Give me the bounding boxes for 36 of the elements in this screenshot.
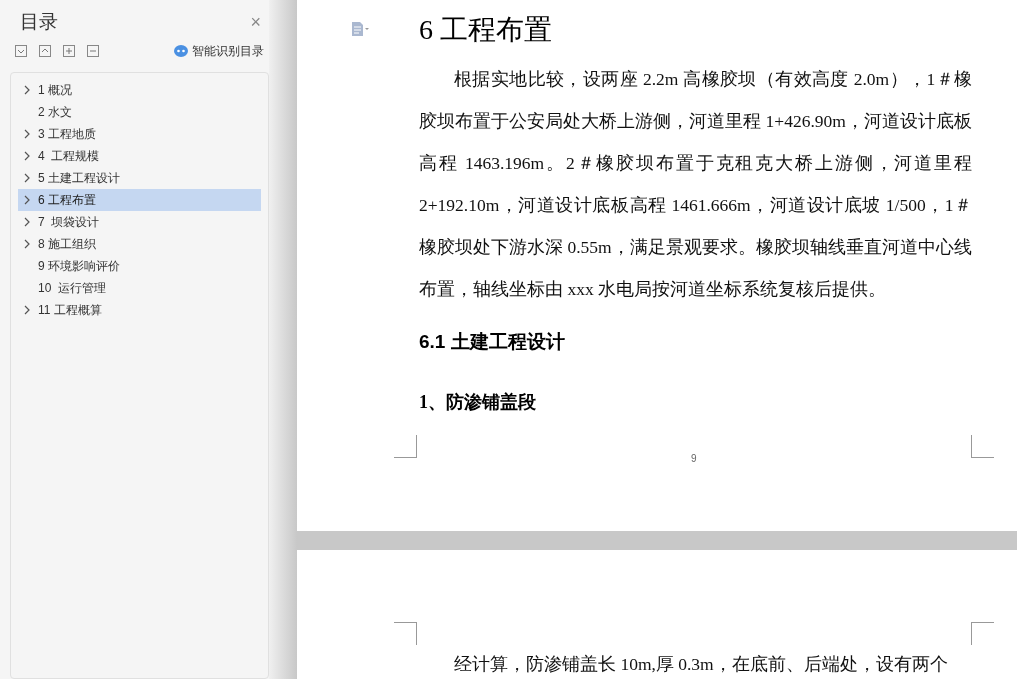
toc-item[interactable]: 11 工程概算 [18, 298, 261, 321]
smart-toc-button[interactable]: 智能识别目录 [192, 41, 264, 60]
chevron-icon[interactable] [23, 304, 31, 315]
margin-corner-mark [394, 435, 417, 458]
chevron-icon[interactable] [23, 150, 31, 161]
expand-all-icon[interactable] [15, 44, 27, 57]
margin-corner-mark [394, 622, 417, 645]
sidebar-title: 目录 [20, 10, 58, 34]
section-heading: 6.1 土建工程设计 [419, 330, 566, 354]
subsection-heading: 1、防渗铺盖段 [419, 390, 537, 414]
toc-item[interactable]: 7 坝袋设计 [18, 210, 261, 233]
page-number: 9 [691, 452, 697, 466]
toc-item[interactable]: 5 土建工程设计 [18, 166, 261, 189]
margin-corner-mark [971, 435, 994, 458]
chevron-icon[interactable] [23, 238, 31, 249]
page-heading: 6 工程布置 [419, 13, 553, 47]
minus-icon[interactable] [87, 44, 99, 57]
chevron-icon[interactable] [23, 172, 31, 183]
smart-icon [174, 44, 188, 57]
toc-item[interactable]: 6 工程布置 [18, 188, 261, 211]
chevron-icon[interactable] [23, 128, 31, 139]
body-paragraph: 根据实地比较，设两座 2.2m 高橡胶坝（有效高度 2.0m），1＃橡胶坝布置于公安局处大桥上游侧，河道里程 1+426.90m，河道设计底板高程 1463.196m。2＃橡胶坝布置于克租克大桥上游侧，河道里程 2+192.10m，河道设计底板高程 1461.666m，河道设计底坡 1/500，1＃橡胶坝处下游水深 0.55m，满足景观要求。橡胶坝轴线垂直河道中心线布置，轴线坐标由 xxx 水电局按河道坐标系统复核后提供。 [419, 68, 972, 301]
chevron-icon[interactable] [23, 84, 31, 95]
chevron-icon[interactable] [23, 194, 31, 205]
toc-item[interactable]: 2 水文 [18, 100, 261, 123]
chevron-icon[interactable] [23, 216, 31, 227]
toc-item[interactable]: 10 运行管理 [18, 276, 261, 299]
toc-item[interactable]: 4 工程规模 [18, 144, 261, 167]
collapse-all-icon[interactable] [39, 44, 51, 57]
toc-item[interactable]: 3 工程地质 [18, 122, 261, 145]
toc-item[interactable]: 1 概况 [18, 78, 261, 101]
toc-item[interactable]: 9 环境影响评价 [18, 254, 261, 277]
margin-corner-mark [971, 622, 994, 645]
toc-item[interactable]: 8 施工组织 [18, 232, 261, 255]
plus-icon[interactable] [63, 44, 75, 57]
body-paragraph: 经计算，防渗铺盖长 10m,厚 0.3m，在底前、后端处，设有两个 [454, 653, 949, 676]
